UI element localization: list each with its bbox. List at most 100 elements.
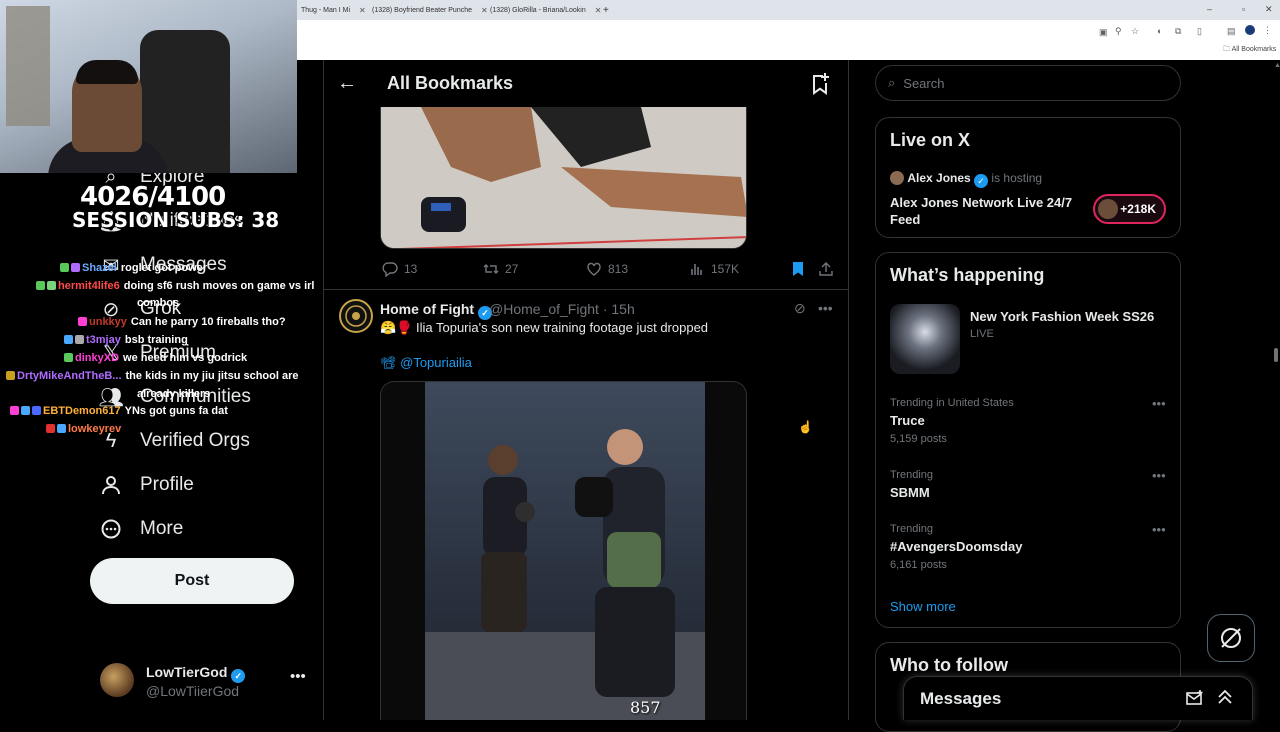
cat-tree [6,6,50,126]
more-icon[interactable]: ••• [818,300,833,316]
post-author-name[interactable]: Home of Fight [380,301,474,317]
nav-item-profile[interactable]: Profile [100,474,194,496]
post-author-meta[interactable]: @Home_of_Fight · 15h [489,301,635,317]
chat-text: combos [137,297,180,309]
account-switcher[interactable]: LowTierGod ✓ @LowTiierGod ••• [100,660,315,704]
post-text: 😤🥊 Ilia Topuria's son new training foota… [380,320,709,335]
badge-icon [64,335,73,344]
new-message-icon[interactable] [1186,689,1204,712]
account-handle: @LowTiierGod [146,683,240,699]
trend-name[interactable]: Truce [890,413,925,428]
chat-message: already killers [137,388,210,401]
minimize-icon[interactable]: – [1207,4,1212,14]
reply-button[interactable]: 13 [382,261,417,277]
split-icon[interactable]: ▯ [1197,26,1202,37]
menu-icon[interactable]: ⋮ [1263,25,1272,36]
back-arrow-icon[interactable]: ← [337,72,357,95]
show-more-link[interactable]: Show more [890,599,956,614]
live-host-row[interactable]: Alex Jones ✓ is hosting [890,171,1042,188]
badge-icon [64,353,73,362]
post-button[interactable]: Post [90,558,294,604]
trend-name[interactable]: #AvengersDoomsday [890,539,1022,554]
media-icon[interactable]: ◐ [1157,26,1162,36]
nav-label: Profile [140,474,194,495]
grok-button[interactable] [1207,614,1255,662]
chat-text: we need him vs godrick [123,352,248,364]
badge-icon [75,335,84,344]
new-tab-button[interactable]: + [599,3,613,18]
share-icon [819,262,833,276]
badge-icon [71,263,80,272]
bookmark-button[interactable] [790,261,806,277]
browser-tab[interactable]: (1328) Boyfriend Beater Punche ✕ [365,3,488,18]
chat-message: hermit4life6 doing sf6 rush moves on game… [36,280,314,293]
sidebar-icon[interactable]: ▤ [1227,26,1236,37]
event-thumbnail[interactable] [890,304,960,374]
screenshot-icon[interactable]: ▣ [1099,27,1108,38]
nav-item-more[interactable]: More [100,518,183,540]
post-author-row[interactable]: Home of Fight ✓ [380,301,492,320]
whats-happening-panel: What’s happening New York Fashion Week S… [875,252,1181,628]
bookmarks-folder-label: All Bookmarks [1231,46,1277,53]
badge-icon [47,281,56,290]
repost-icon [483,264,499,274]
trend-name[interactable]: SBMM [890,485,930,500]
chat-username: t3mjay [86,334,121,346]
add-bookmark-folder-icon[interactable] [808,72,832,96]
post-video[interactable] [380,381,747,720]
panel-title: Live on X [890,130,971,150]
badge-icon [57,424,66,433]
live-listeners-pill[interactable]: +218K [1093,194,1166,224]
tab-label: (1328) Boyfriend Beater Punche [372,7,473,14]
search-placeholder: Search [903,75,945,91]
chat-username: unkkyy [89,316,127,328]
star-icon[interactable]: ☆ [1131,26,1139,37]
messages-drawer[interactable]: Messages [903,676,1253,720]
extensions-icon[interactable]: ⧉ [1175,26,1181,37]
repost-button[interactable]: 27 [483,261,518,277]
maximize-icon[interactable]: ▫ [1242,4,1245,14]
chat-message: dinkyXD we need him vs godrick [64,352,247,365]
verified-badge-icon: ✓ [974,174,989,188]
chat-message: DrtyMikeAndTheB... the kids in my jiu jit… [6,370,299,383]
person-icon [100,474,122,496]
badge-icon [21,406,30,415]
profile-avatar-icon[interactable] [1245,25,1255,35]
more-icon[interactable]: ••• [1152,396,1166,411]
avatar [890,171,904,185]
scrollbar-thumb[interactable] [1274,348,1278,362]
like-button[interactable]: 813 [586,261,628,277]
chat-username: dinkyXD [75,352,120,364]
zoom-icon[interactable]: ⚲ [1115,26,1122,37]
chat-text: bsb training [124,334,188,346]
search-input[interactable]: ⌕ Search [875,65,1181,101]
badge-icon [60,263,69,272]
chevron-up-icon[interactable] [1216,688,1234,711]
browser-tab[interactable]: Thug - Man I Mi ✕ [297,3,366,18]
like-count: 813 [608,262,629,276]
browser-tab[interactable]: (1328) GloRilla - Briana/Lookin ✕ [483,3,601,18]
live-stream-title[interactable]: Alex Jones Network Live 24/7 Feed [890,194,1090,228]
more-icon[interactable]: ••• [1152,468,1166,483]
more-icon[interactable]: ••• [1152,522,1166,537]
badge-icon [46,424,55,433]
heart-icon [587,262,601,276]
post-media-image[interactable] [380,107,747,249]
post-mention-link[interactable]: 📽 @Topuriailia [380,355,472,371]
window-close-icon[interactable]: ✕ [1265,4,1273,15]
avatar[interactable] [339,299,373,333]
views-icon [691,264,702,275]
nav-label: More [140,518,184,539]
bookmarks-folder[interactable]: 🗀 All Bookmarks [1223,45,1276,56]
views-button[interactable]: 157K [689,261,739,277]
share-button[interactable] [818,261,834,277]
chat-text: already killers [137,388,211,400]
video-view-count: 857 [630,698,661,717]
event-status: LIVE [970,328,994,340]
panel-title: What’s happening [890,265,1045,285]
grok-icon[interactable]: ⊘ [794,300,806,317]
more-icon[interactable]: ••• [290,668,306,685]
chat-message: EBTDemon617 YNs got guns fa dat [10,405,228,418]
scroll-up-icon[interactable]: ▲ [1274,62,1280,69]
event-title[interactable]: New York Fashion Week SS26 [970,309,1154,324]
